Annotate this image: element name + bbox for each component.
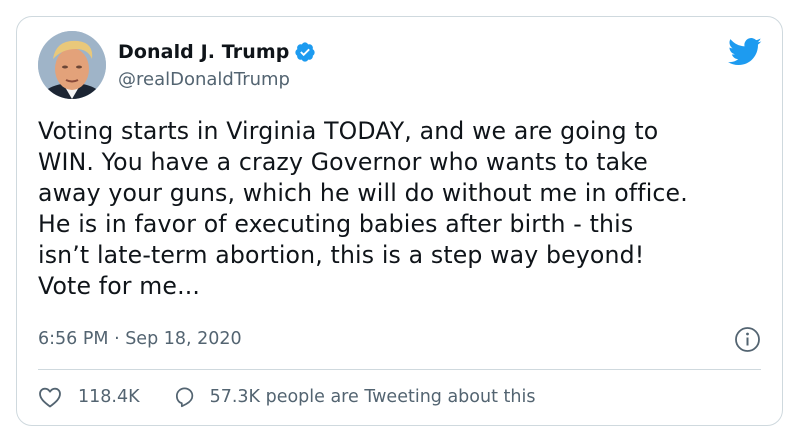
info-icon[interactable]: [734, 326, 761, 353]
heart-icon: [38, 386, 62, 408]
engagement-bar: 118.4K 57.3K people are Tweeting about t…: [38, 385, 535, 408]
like-count: 118.4K: [78, 386, 140, 407]
divider: [38, 369, 761, 370]
conversation-label: 57.3K people are Tweeting about this: [209, 386, 536, 407]
like-button[interactable]: 118.4K: [38, 386, 140, 408]
avatar[interactable]: [38, 31, 106, 99]
verified-badge-icon: [294, 41, 316, 63]
tweet-card[interactable]: Donald J. Trump @realDonaldTrump Voting …: [16, 16, 783, 426]
tweet-timestamp[interactable]: 6:56 PM · Sep 18, 2020: [38, 329, 242, 349]
tweet-text: Voting starts in Virginia TODAY, and we …: [38, 117, 688, 300]
speech-bubble-icon: [173, 385, 196, 408]
author-name-row[interactable]: Donald J. Trump: [118, 41, 316, 63]
conversation-link[interactable]: 57.3K people are Tweeting about this: [173, 385, 536, 408]
twitter-bird-icon[interactable]: [728, 37, 762, 67]
author-handle[interactable]: @realDonaldTrump: [118, 69, 290, 90]
author-name[interactable]: Donald J. Trump: [118, 41, 289, 63]
